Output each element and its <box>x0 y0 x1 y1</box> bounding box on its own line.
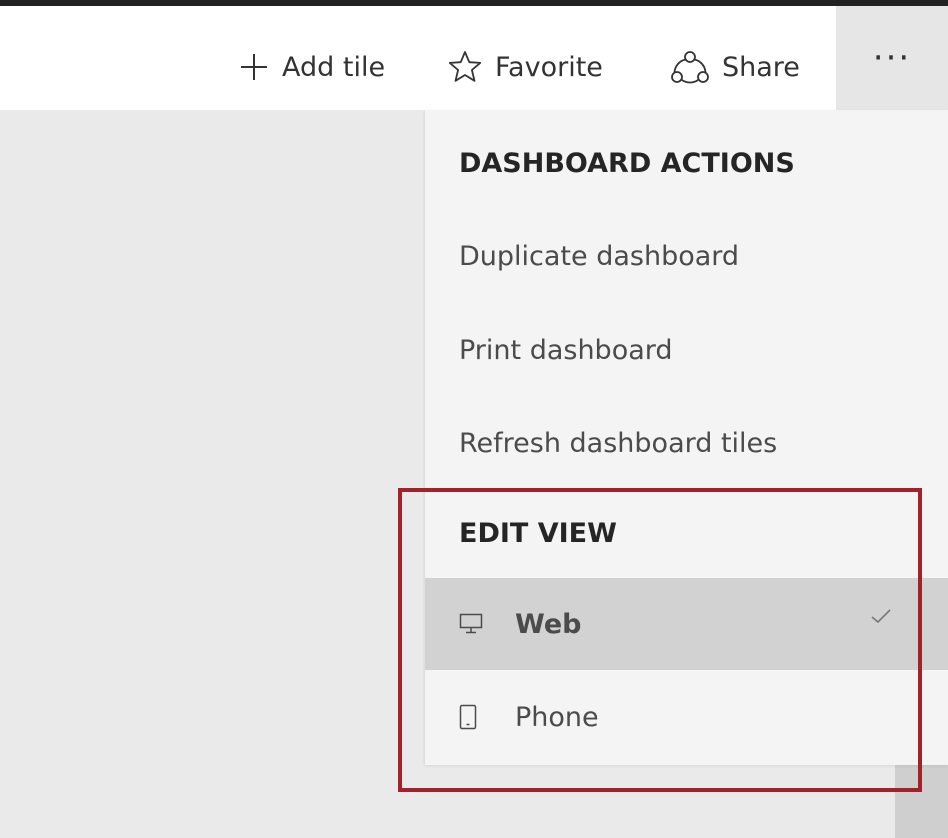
menu-item-label: Duplicate dashboard <box>459 240 740 272</box>
menu-item-label: Print dashboard <box>459 334 673 366</box>
dashboard-actions-header: DASHBOARD ACTIONS <box>459 147 795 179</box>
favorite-button[interactable]: Favorite <box>447 42 603 92</box>
monitor-icon <box>459 613 483 634</box>
add-tile-button[interactable]: Add tile <box>238 42 385 92</box>
star-icon <box>448 51 482 82</box>
refresh-dashboard-tiles-item[interactable]: Refresh dashboard tiles <box>425 398 948 488</box>
menu-item-label: Refresh dashboard tiles <box>459 427 778 459</box>
favorite-label: Favorite <box>495 51 603 83</box>
print-dashboard-item[interactable]: Print dashboard <box>425 305 948 395</box>
edit-view-header: EDIT VIEW <box>459 517 617 549</box>
more-options-button[interactable]: ··· <box>836 6 948 110</box>
share-icon <box>671 51 709 84</box>
dashboard-actions-menu: DASHBOARD ACTIONS Duplicate dashboard Pr… <box>425 110 948 765</box>
phone-icon <box>459 704 477 730</box>
web-view-label: Web <box>515 608 582 640</box>
add-tile-label: Add tile <box>282 51 386 83</box>
phone-view-item[interactable]: Phone <box>425 672 948 762</box>
more-options-icon: ··· <box>872 38 912 78</box>
share-button[interactable]: Share <box>670 42 800 92</box>
web-view-item[interactable]: Web <box>425 578 948 670</box>
dashboard-toolbar: Add tile Favorite Share <box>0 6 948 110</box>
checkmark-icon <box>871 609 891 624</box>
share-label: Share <box>722 51 800 83</box>
phone-view-label: Phone <box>515 701 599 733</box>
duplicate-dashboard-item[interactable]: Duplicate dashboard <box>425 211 948 301</box>
plus-icon <box>241 54 267 80</box>
